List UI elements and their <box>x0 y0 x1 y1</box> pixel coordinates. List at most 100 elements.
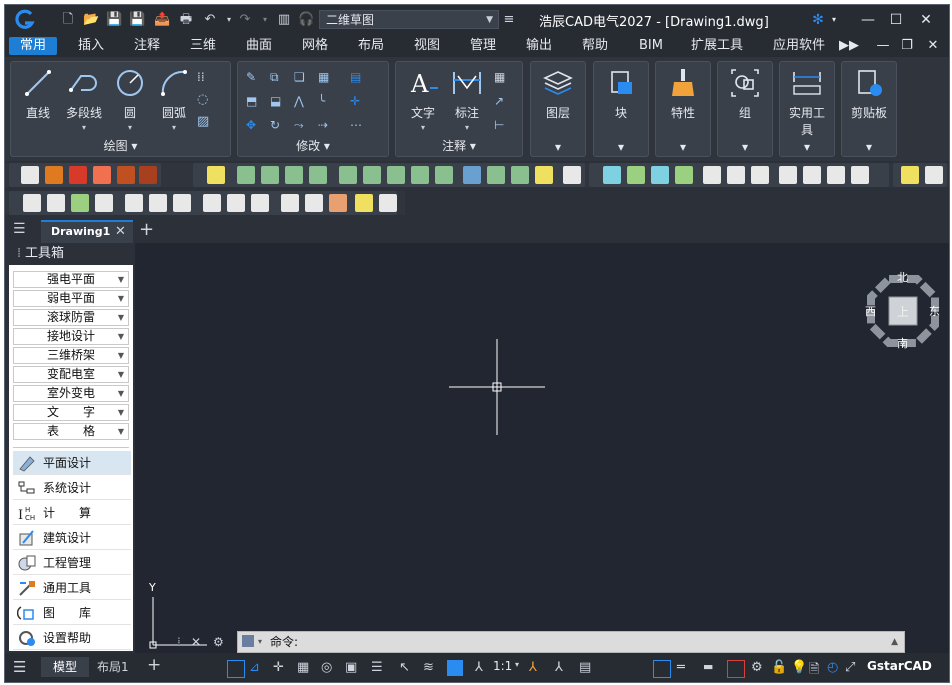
close-tab-icon[interactable]: ✕ <box>115 224 126 239</box>
tool-icon[interactable] <box>69 166 87 184</box>
tool-icon[interactable] <box>463 166 481 184</box>
chevron-down-icon[interactable]: ▾ <box>780 140 834 154</box>
workspace-select[interactable]: 二维草图 ▼ <box>319 10 499 29</box>
settings-gear-icon[interactable]: ⚙ <box>751 660 767 676</box>
text-button[interactable]: A 文字 ▾ <box>400 66 446 132</box>
print-icon[interactable]: 🖶 <box>178 12 194 28</box>
otrack-icon[interactable]: ▣ <box>345 660 361 676</box>
isolate-icon[interactable]: ═ <box>677 660 693 676</box>
menu-more-icon[interactable]: ▶▶ <box>839 37 859 55</box>
chevron-down-icon[interactable]: ▾ <box>400 123 446 132</box>
utilities-button[interactable]: 实用工具 <box>784 66 830 138</box>
category-3d-tray[interactable]: 三维桥架 ▼ <box>13 347 129 364</box>
category-grounding[interactable]: 接地设计 ▼ <box>13 328 129 345</box>
tool-icon[interactable] <box>411 166 429 184</box>
tool-icon[interactable] <box>173 194 191 212</box>
viewcube-north[interactable]: 北 <box>897 269 908 285</box>
scale-icon[interactable]: ⬓ <box>270 94 286 110</box>
tool-icon[interactable] <box>207 166 225 184</box>
tool-icon[interactable] <box>363 166 381 184</box>
drawing-canvas[interactable]: 北 南 东 西 上 Y <box>135 243 949 653</box>
toolbox-item-building-design[interactable]: 建筑设计 <box>13 526 131 550</box>
circle-button[interactable]: 圆 ▾ <box>107 66 153 132</box>
polyline-button[interactable]: 多段线 ▾ <box>61 66 107 132</box>
chevron-down-icon[interactable]: ▾ <box>515 660 519 669</box>
viewcube-south[interactable]: 南 <box>897 335 908 351</box>
tool-icon[interactable] <box>603 166 621 184</box>
tool-icon[interactable] <box>329 194 347 212</box>
ribbon-close-button[interactable]: ✕ <box>925 37 941 55</box>
chevron-down-icon[interactable]: ▾ <box>842 140 896 154</box>
undo-dropdown-icon[interactable]: ▾ <box>221 12 237 28</box>
selection-cycling-icon[interactable]: ↖ <box>399 660 415 676</box>
tool-icon[interactable] <box>651 166 669 184</box>
chevron-down-icon[interactable]: ▾ <box>61 123 107 132</box>
lineweight-icon[interactable]: ☰ <box>371 660 387 676</box>
tool-icon[interactable] <box>535 166 553 184</box>
category-strong-current[interactable]: 强电平面 ▼ <box>13 271 129 288</box>
tool-icon[interactable] <box>675 166 693 184</box>
tool-icon[interactable] <box>23 194 41 212</box>
category-weak-current[interactable]: 弱电平面 ▼ <box>13 290 129 307</box>
tool-icon[interactable] <box>47 194 65 212</box>
undo-icon[interactable]: ↶ <box>202 12 218 28</box>
tool-icon[interactable] <box>117 166 135 184</box>
stretch-icon[interactable]: ⬒ <box>246 94 262 110</box>
properties-icon[interactable]: ▥ <box>276 12 292 28</box>
tool-icon[interactable] <box>901 166 919 184</box>
menu-manage[interactable]: 管理 <box>463 37 503 55</box>
tool-icon[interactable] <box>339 166 357 184</box>
headset-icon[interactable]: 🎧 <box>298 12 314 28</box>
point-grid-icon[interactable]: ⁞⁞ <box>197 70 213 86</box>
tool-icon[interactable] <box>261 166 279 184</box>
tool-icon[interactable] <box>203 194 221 212</box>
tool-icon[interactable] <box>379 194 397 212</box>
lock-icon[interactable]: 🔓 <box>771 660 787 676</box>
category-substation-room[interactable]: 变配电室 ▼ <box>13 366 129 383</box>
draw-panel-label[interactable]: 绘图 ▾ <box>11 137 230 154</box>
dimension-button[interactable]: 标注 ▾ <box>444 66 490 132</box>
dynamic-ucs-icon[interactable] <box>447 660 463 676</box>
chevron-down-icon[interactable]: ▾ <box>531 140 585 154</box>
toolbox-item-calculation[interactable]: I H CH 计 算 <box>13 501 131 525</box>
save-icon[interactable]: 💾 <box>106 12 122 28</box>
tool-icon[interactable] <box>281 194 299 212</box>
tool-icon[interactable] <box>387 166 405 184</box>
tool-icon[interactable] <box>71 194 89 212</box>
grid-icon[interactable]: ▦ <box>297 660 313 676</box>
extend-icon[interactable]: ⇢ <box>318 118 334 134</box>
menu-home[interactable]: 常用 <box>9 37 57 55</box>
command-history-icon[interactable]: ▲ <box>891 632 898 652</box>
annotation-scale-icon[interactable]: ⅄ <box>475 660 491 676</box>
toolbox-item-settings-help[interactable]: 设置帮助 <box>13 626 131 650</box>
tool-icon[interactable] <box>305 194 323 212</box>
ellipse-icon[interactable]: ◌ <box>197 92 213 108</box>
save-as-icon[interactable]: 💾 <box>129 12 145 28</box>
erase-icon[interactable]: ✎ <box>246 70 262 86</box>
toolbox-item-library[interactable]: 图 库 <box>13 601 131 625</box>
menu-3d[interactable]: 三维 <box>183 37 223 55</box>
dim-style-icon[interactable]: ⊢ <box>494 118 510 134</box>
chevron-down-icon[interactable]: ▾ <box>107 123 153 132</box>
toolbox-item-floor-plan[interactable]: 平面设计 <box>13 451 131 475</box>
tool-icon[interactable] <box>435 166 453 184</box>
move-icon[interactable]: ✥ <box>246 118 262 134</box>
trim-icon[interactable]: ⤳ <box>294 118 310 134</box>
chevron-down-icon[interactable]: ▾ <box>594 140 648 154</box>
category-lightning[interactable]: 滚球防雷 ▼ <box>13 309 129 326</box>
chevron-down-icon[interactable]: ▾ <box>718 140 772 154</box>
layer-button[interactable]: 图层 <box>535 66 581 121</box>
annotation-visibility-icon[interactable]: ⅄ <box>529 660 545 676</box>
menu-help[interactable]: 帮助 <box>575 37 615 55</box>
tool-icon[interactable] <box>563 166 581 184</box>
model-tab[interactable]: 模型 <box>41 657 89 677</box>
category-table[interactable]: 表 格 ▼ <box>13 423 129 440</box>
hardware-accel-icon[interactable]: ▬ <box>703 660 719 676</box>
fillet-icon[interactable]: ╰ <box>318 94 334 110</box>
tool-icon[interactable] <box>149 194 167 212</box>
open-file-icon[interactable]: 📂 <box>83 12 99 28</box>
workspace-switch-icon[interactable] <box>653 660 671 678</box>
chevron-down-icon[interactable]: ▾ <box>258 632 262 652</box>
ribbon-minimize-button[interactable]: — <box>875 37 891 55</box>
layout-tab[interactable]: 布局1 <box>97 657 129 677</box>
